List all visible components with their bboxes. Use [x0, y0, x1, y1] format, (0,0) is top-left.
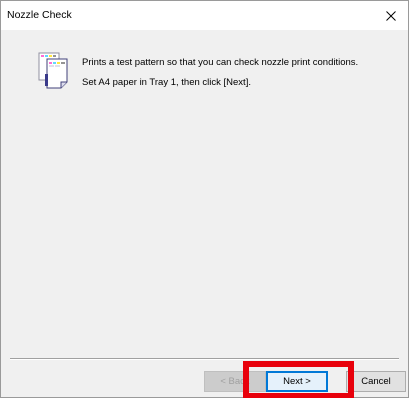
- window-title: Nozzle Check: [7, 9, 72, 21]
- button-divider: [10, 358, 399, 360]
- close-icon: [386, 10, 396, 21]
- title-bar: Nozzle Check: [1, 1, 408, 30]
- message-line-1: Prints a test pattern so that you can ch…: [82, 57, 359, 68]
- back-button[interactable]: < Back: [204, 371, 266, 392]
- message-line-2: Set A4 paper in Tray 1, then click [Next…: [82, 77, 251, 88]
- cancel-button[interactable]: Cancel: [346, 371, 406, 392]
- nozzle-check-dialog: Nozzle Check Prints a test pattern so th…: [0, 0, 409, 398]
- close-button[interactable]: [374, 1, 408, 30]
- next-button[interactable]: Next >: [266, 371, 328, 392]
- printer-test-page-icon: [38, 52, 68, 89]
